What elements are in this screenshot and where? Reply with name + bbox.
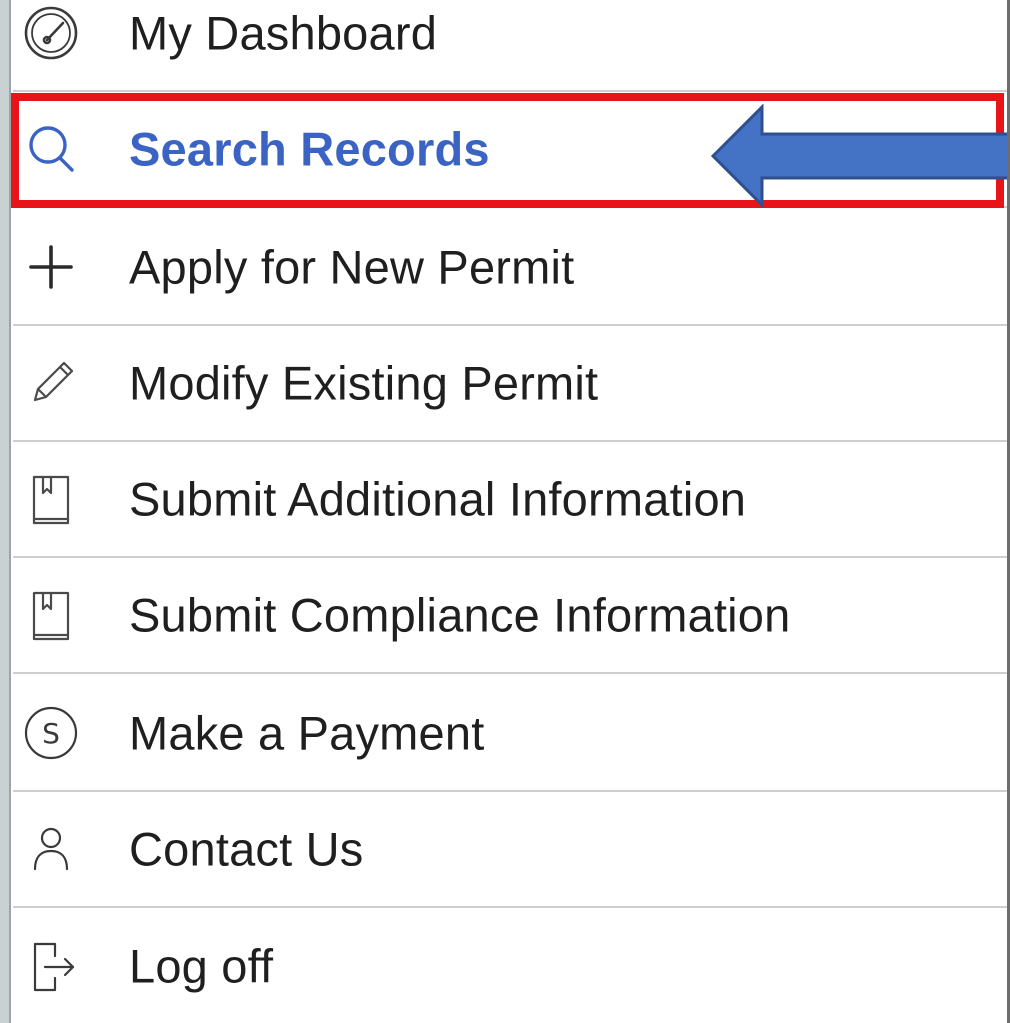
- menu-item-submit-compliance-information[interactable]: Submit Compliance Information: [13, 558, 1007, 674]
- menu-item-label: Log off: [129, 939, 274, 993]
- menu-item-search-records[interactable]: Search Records: [13, 92, 1007, 208]
- book-icon: [21, 585, 81, 645]
- menu-item-label: Submit Compliance Information: [129, 588, 791, 642]
- menu-item-my-dashboard[interactable]: My Dashboard: [13, 0, 1007, 92]
- logout-icon: [21, 936, 81, 996]
- menu-item-label: Submit Additional Information: [129, 472, 747, 526]
- plus-icon: [21, 237, 81, 297]
- navigation-menu: My Dashboard Search Records Apply for Ne…: [13, 0, 1007, 1023]
- menu-item-label: Contact Us: [129, 822, 364, 876]
- page: My Dashboard Search Records Apply for Ne…: [0, 0, 1010, 1023]
- menu-item-log-off[interactable]: Log off: [13, 908, 1007, 1023]
- svg-text:S: S: [42, 717, 60, 750]
- window-left-edge: [0, 0, 11, 1023]
- menu-item-label: Make a Payment: [129, 706, 485, 760]
- pencil-icon: [21, 353, 81, 413]
- search-icon: [21, 119, 81, 179]
- dollar-circle-icon: S: [21, 703, 81, 763]
- menu-item-label: Apply for New Permit: [129, 240, 575, 294]
- dashboard-gauge-icon: [21, 3, 81, 63]
- menu-item-apply-new-permit[interactable]: Apply for New Permit: [13, 210, 1007, 326]
- menu-item-label: Search Records: [129, 122, 490, 176]
- person-icon: [21, 819, 81, 879]
- menu-item-make-a-payment[interactable]: S Make a Payment: [13, 676, 1007, 792]
- menu-item-contact-us[interactable]: Contact Us: [13, 792, 1007, 908]
- menu-item-label: My Dashboard: [129, 6, 438, 60]
- menu-item-modify-existing-permit[interactable]: Modify Existing Permit: [13, 326, 1007, 442]
- menu-item-label: Modify Existing Permit: [129, 356, 599, 410]
- menu-item-submit-additional-information[interactable]: Submit Additional Information: [13, 442, 1007, 558]
- book-icon: [21, 469, 81, 529]
